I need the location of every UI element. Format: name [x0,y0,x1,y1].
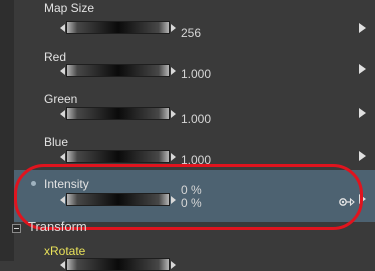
decrement-arrow-icon[interactable] [60,110,65,118]
decrement-arrow-icon[interactable] [60,67,65,75]
green-label: Green [44,92,78,106]
expand-arrow-icon[interactable] [359,194,366,204]
expand-arrow-icon[interactable] [359,151,366,161]
map-size-slider[interactable] [60,21,176,34]
section-title[interactable]: Transform [28,219,87,234]
decrement-arrow-icon[interactable] [60,24,65,32]
link-icon[interactable] [339,197,355,207]
red-slider[interactable] [60,64,176,77]
intensity-slider[interactable] [60,193,176,206]
expand-arrow-icon[interactable] [359,64,366,74]
intensity-label: Intensity [44,177,89,191]
increment-arrow-icon[interactable] [171,67,176,75]
decrement-arrow-icon[interactable] [60,153,65,161]
increment-arrow-icon[interactable] [171,261,176,269]
red-label: Red [44,50,67,64]
selected-indicator-dot [31,181,36,186]
map-size-label: Map Size [44,1,95,15]
red-value[interactable]: 1.000 [181,68,211,81]
increment-arrow-icon[interactable] [171,110,176,118]
collapse-toggle-icon[interactable] [12,224,21,233]
decrement-arrow-icon[interactable] [60,196,65,204]
xrotate-slider[interactable] [60,258,176,271]
blue-value[interactable]: 1.000 [181,154,211,167]
slider-track[interactable] [66,64,170,77]
blue-label: Blue [44,135,69,149]
increment-arrow-icon[interactable] [171,24,176,32]
expand-arrow-icon[interactable] [359,23,366,33]
increment-arrow-icon[interactable] [171,153,176,161]
expand-arrow-icon[interactable] [359,108,366,118]
parameters-panel: Map Size 256 Red 1.000 Green 1.000 Blue … [0,0,375,271]
slider-track[interactable] [66,21,170,34]
panel-gutter [0,0,14,261]
decrement-arrow-icon[interactable] [60,261,65,269]
increment-arrow-icon[interactable] [171,196,176,204]
green-value[interactable]: 1.000 [181,113,211,126]
green-slider[interactable] [60,107,176,120]
slider-track[interactable] [66,107,170,120]
map-size-value[interactable]: 256 [181,27,201,40]
slider-track[interactable] [66,150,170,163]
xrotate-label: xRotate [44,244,86,258]
slider-track[interactable] [66,258,170,271]
blue-slider[interactable] [60,150,176,163]
slider-track[interactable] [66,193,170,206]
intensity-value-secondary[interactable]: 0 % [181,197,202,210]
